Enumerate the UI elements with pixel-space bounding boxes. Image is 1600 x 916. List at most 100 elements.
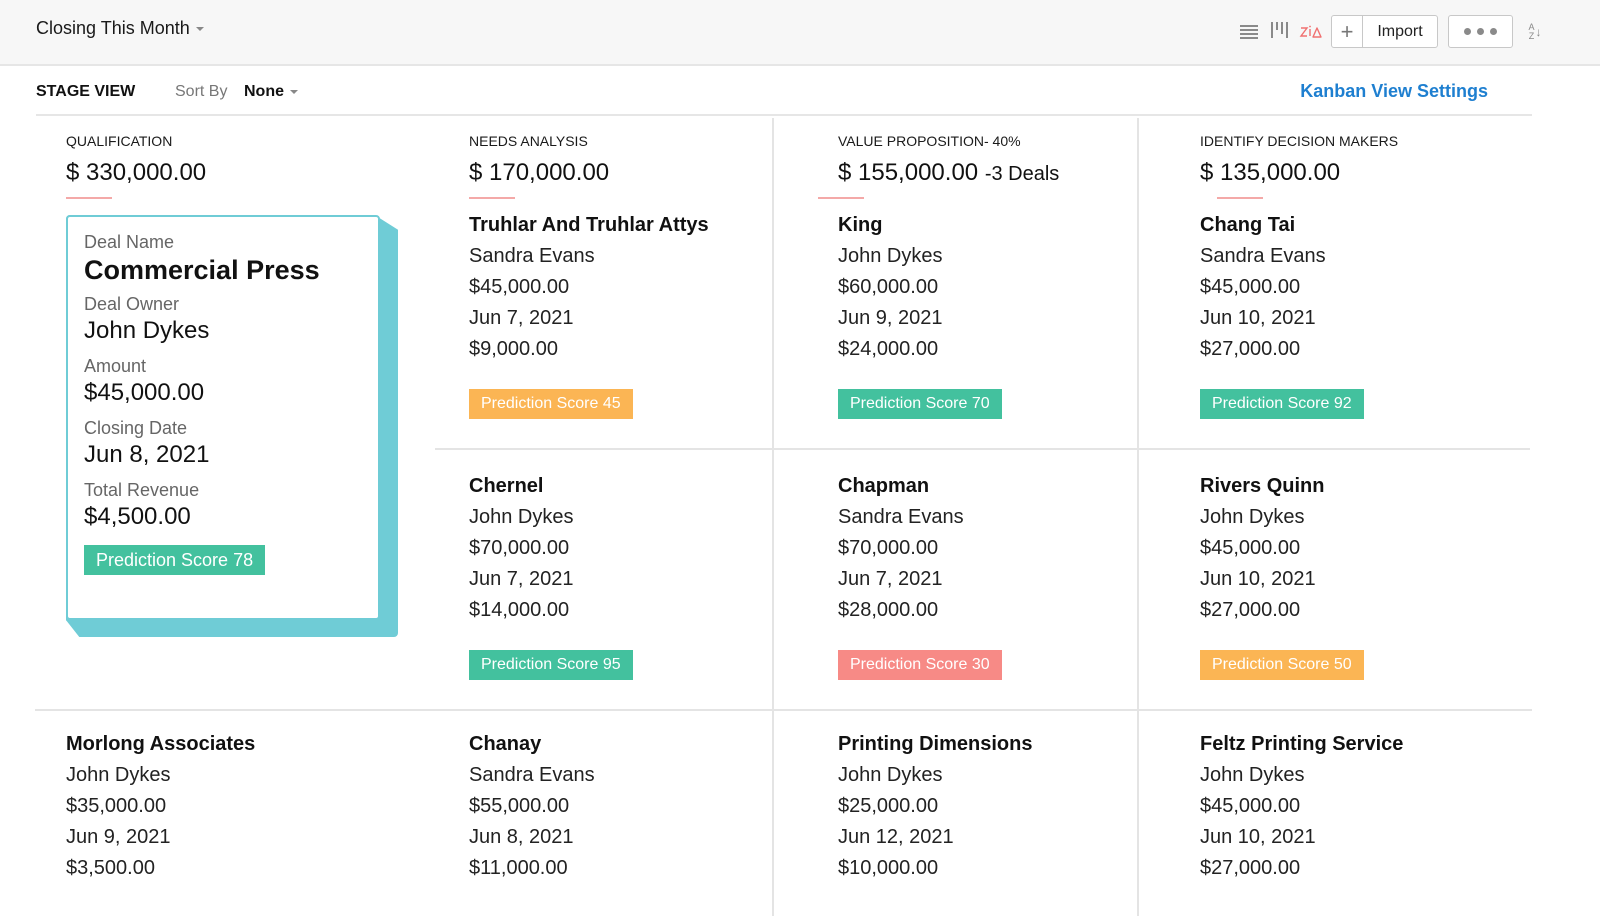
deal-owner: John Dykes (469, 506, 574, 528)
deal-name: Commercial Press (84, 255, 320, 285)
list-view-icon[interactable] (1240, 22, 1258, 42)
prediction-score-badge: Prediction Score 45 (469, 389, 633, 419)
stage-name: VALUE PROPOSITION- 40% (838, 133, 1021, 149)
deal-owner: John Dykes (1200, 506, 1305, 528)
stage-underline (1217, 197, 1263, 199)
deal-card[interactable]: Chapman Sandra Evans $70,000.00 Jun 7, 2021… (838, 471, 1002, 680)
stage-total-amount: $ 135,000.00 (1200, 159, 1341, 186)
deal-card[interactable]: Morlong Associates John Dykes $35,000.00 Ju… (66, 729, 255, 884)
sort-by-dropdown[interactable]: None (244, 83, 298, 101)
deal-owner: Sandra Evans (469, 245, 595, 267)
create-import-group: + Import (1331, 15, 1438, 48)
closing-date: Jun 7, 2021 (838, 568, 943, 590)
deal-amount: $45,000.00 (469, 276, 570, 298)
deal-card[interactable]: Chanay Sandra Evans $55,000.00 Jun 8, 2021 $… (469, 729, 595, 884)
total-revenue: $4,500.00 (84, 503, 191, 530)
row-divider (35, 709, 1532, 711)
stage-header-qualification: QUALIFICATION $ 330,000.00 (66, 133, 206, 187)
deal-name: Morlong Associates (66, 733, 256, 755)
deal-name: King (838, 214, 883, 236)
stage-deal-count: -3 Deals (984, 163, 1060, 185)
closing-date: Jun 9, 2021 (838, 307, 943, 329)
more-icon-dot (1477, 28, 1484, 35)
stage-view-bar: STAGE VIEW Sort By None Kanban View Sett… (36, 80, 1532, 116)
stage-header-identify-decision-makers: IDENTIFY DECISION MAKERS $ 135,000.00 (1200, 133, 1398, 187)
prediction-score-badge: Prediction Score 78 (84, 545, 266, 575)
deal-card[interactable]: Chernel John Dykes $70,000.00 Jun 7, 2021 $1… (469, 471, 633, 680)
closing-date-label: Closing Date (84, 418, 188, 438)
total-revenue: $11,000.00 (469, 857, 568, 879)
sort-by-label: Sort By (175, 83, 228, 100)
stage-total-amount: $ 155,000.00 (838, 159, 979, 186)
plus-icon: + (1340, 18, 1354, 44)
create-deal-button[interactable]: + (1332, 16, 1363, 47)
total-revenue: $10,000.00 (838, 857, 939, 879)
deal-amount: $45,000.00 (1200, 276, 1301, 298)
more-icon-dot (1490, 28, 1497, 35)
column-divider (772, 118, 774, 916)
deal-name: Chapman (838, 475, 930, 497)
deal-owner: John Dykes (1200, 764, 1305, 786)
deal-owner: John Dykes (66, 764, 171, 786)
sort-az-icon[interactable]: AZ ↓ (1524, 22, 1546, 42)
kanban-view-settings-link[interactable]: Kanban View Settings (1300, 81, 1488, 102)
kanban-view-icon[interactable] (1270, 22, 1288, 42)
deal-card[interactable]: King John Dykes $60,000.00 Jun 9, 2021 $24,0… (838, 210, 1002, 419)
prediction-score-badge: Prediction Score 95 (469, 650, 633, 680)
closing-date: Jun 7, 2021 (469, 307, 574, 329)
zia-icon[interactable] (1298, 22, 1324, 42)
stage-total-amount: $ 330,000.00 (66, 159, 207, 186)
view-title: Closing This Month (36, 18, 190, 38)
stage-header-needs-analysis: NEEDS ANALYSIS $ 170,000.00 (469, 133, 609, 187)
closing-date: Jun 7, 2021 (469, 568, 574, 590)
deal-name: Feltz Printing Service (1200, 733, 1404, 755)
stage-name: IDENTIFY DECISION MAKERS (1200, 133, 1399, 149)
chevron-down-icon (290, 89, 298, 94)
view-selector[interactable]: Closing This Month (36, 18, 204, 39)
row-divider (435, 448, 1530, 450)
deal-card[interactable]: Feltz Printing Service John Dykes $45,000.… (1200, 729, 1403, 884)
deal-card[interactable]: Printing Dimensions John Dykes $25,000.00 J… (838, 729, 1032, 884)
total-revenue: $9,000.00 (469, 338, 558, 360)
stage-name: QUALIFICATION (66, 133, 173, 149)
import-button[interactable]: Import (1363, 16, 1437, 47)
deal-card[interactable]: Rivers Quinn John Dykes $45,000.00 Jun 10, … (1200, 471, 1364, 680)
total-revenue: $27,000.00 (1200, 599, 1301, 621)
deal-name: Chanay (469, 733, 542, 755)
deal-name: Chang Tai (1200, 214, 1296, 236)
stage-total: $ 170,000.00 (469, 159, 609, 187)
deal-owner: John Dykes (838, 245, 943, 267)
closing-date: Jun 12, 2021 (838, 826, 954, 848)
top-toolbar: Closing This Month + Import AZ ↓ (0, 0, 1600, 66)
deal-amount: $25,000.00 (838, 795, 939, 817)
deal-name: Chernel (469, 475, 544, 497)
stage-total-amount: $ 170,000.00 (469, 159, 610, 186)
deal-owner: Sandra Evans (838, 506, 964, 528)
total-revenue: $3,500.00 (66, 857, 155, 879)
more-icon-dot (1464, 28, 1471, 35)
closing-date: Jun 10, 2021 (1200, 307, 1316, 329)
deal-card[interactable]: Truhlar And Truhlar Attys Sandra Evans $45… (469, 210, 709, 419)
deal-name: Printing Dimensions (838, 733, 1033, 755)
column-divider (1137, 118, 1139, 916)
total-revenue: $27,000.00 (1200, 338, 1301, 360)
deal-card[interactable]: Chang Tai Sandra Evans $45,000.00 Jun 10, 2… (1200, 210, 1364, 419)
total-revenue: $28,000.00 (838, 599, 939, 621)
deal-amount: $70,000.00 (469, 537, 570, 559)
stage-total: $ 155,000.00 -3 Deals (838, 159, 1059, 187)
closing-date: Jun 8, 2021 (84, 441, 210, 468)
deal-amount: $70,000.00 (838, 537, 939, 559)
stage-underline (66, 197, 112, 199)
deal-owner: Sandra Evans (469, 764, 595, 786)
deal-amount: $45,000.00 (1200, 795, 1301, 817)
stage-header-value-proposition: VALUE PROPOSITION- 40% $ 155,000.00 -3 D… (838, 133, 1059, 187)
stage-view-label: STAGE VIEW (36, 83, 136, 100)
deal-name-label: Deal Name (84, 232, 175, 252)
deal-card-commercial-press[interactable]: Deal Name Commercial Press Deal Owner Jo… (66, 215, 398, 637)
closing-date: Jun 10, 2021 (1200, 826, 1316, 848)
sort-z: Z (1528, 31, 1535, 41)
closing-date: Jun 8, 2021 (469, 826, 574, 848)
more-options-button[interactable] (1448, 15, 1513, 48)
deal-card-body[interactable]: Deal Name Commercial Press Deal Owner Jo… (66, 215, 380, 620)
total-revenue: $27,000.00 (1200, 857, 1301, 879)
